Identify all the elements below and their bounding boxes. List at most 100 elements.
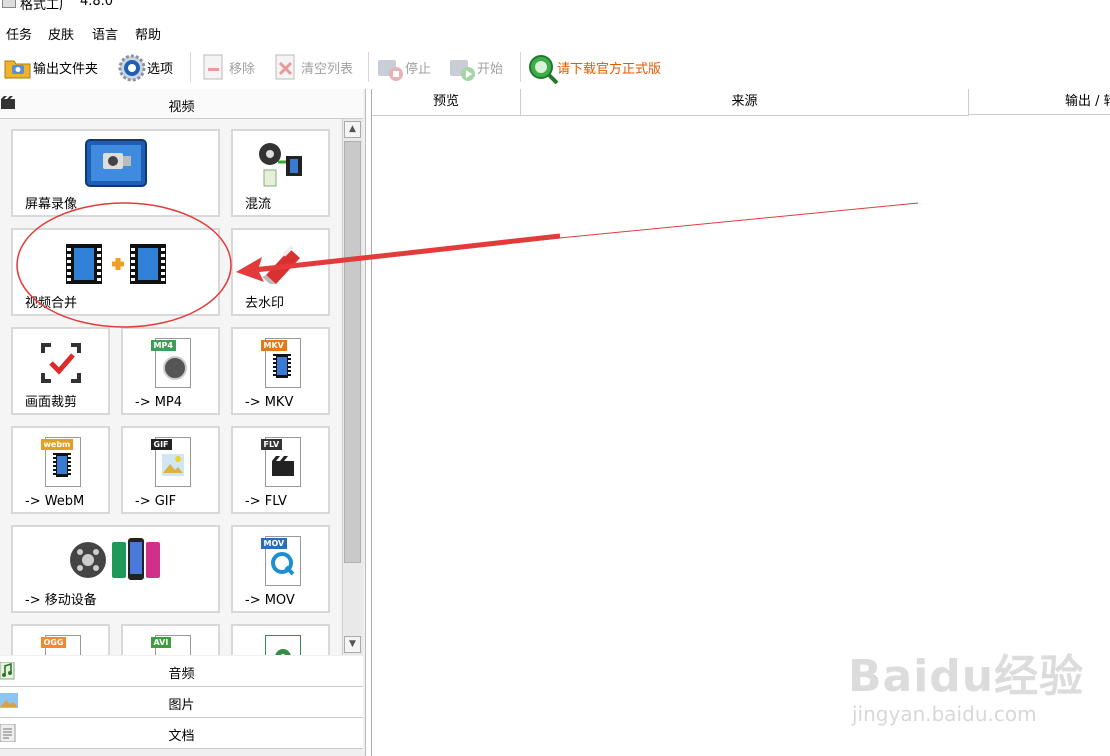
stop-button[interactable]: 停止 <box>376 52 431 82</box>
column-header-preview[interactable]: 预览 <box>372 89 521 116</box>
tile-label: 去水印 <box>245 296 285 311</box>
crop-icon <box>13 335 108 391</box>
clear-list-button[interactable]: 清空列表 <box>272 52 353 82</box>
remove-icon <box>200 54 226 80</box>
tile-label: -> MKV <box>245 395 294 410</box>
tile-to-ogg[interactable]: OGG <box>11 624 110 655</box>
mkv-file-icon: MKV <box>233 335 328 391</box>
avi-file-icon: AVI <box>123 632 218 655</box>
start-icon <box>448 54 475 81</box>
tile-label: -> MP4 <box>135 395 183 410</box>
remove-label: 移除 <box>229 61 256 77</box>
tile-video-merge[interactable]: 视频合并 <box>11 228 220 316</box>
scroll-up-button[interactable]: ▲ <box>344 121 361 138</box>
avi-badge: AVI <box>150 637 172 648</box>
tile-label: 混流 <box>245 197 272 212</box>
menu-item-skin[interactable]: 皮肤 <box>48 24 74 43</box>
mp4-file-icon: MP4 <box>123 335 218 391</box>
mkv-badge: MKV <box>260 340 287 351</box>
remove-button[interactable]: 移除 <box>200 52 255 82</box>
title-bar: 格式工厂 4.8.0 <box>0 0 1110 13</box>
tile-label: -> WebM <box>25 494 85 509</box>
toolbar-separator <box>190 52 191 82</box>
menu-item-language[interactable]: 语言 <box>92 24 118 43</box>
ogg-file-icon: OGG <box>13 632 108 655</box>
tile-to-gif[interactable]: GIF -> GIF <box>121 426 220 514</box>
category-video-label: 视频 <box>168 100 195 115</box>
video-tools-grid: 屏幕录像 混流 视频合并 去水印 画面裁剪 MP4 -> MP4 MKV -> … <box>0 119 340 655</box>
gear-icon <box>118 54 146 82</box>
output-folder-button[interactable]: 输出文件夹 <box>4 52 98 82</box>
category-audio-label: 音频 <box>168 667 195 682</box>
mov-file-icon: MOV <box>233 533 328 589</box>
category-image[interactable]: 图片 <box>0 687 363 718</box>
column-header-output[interactable]: 输出 / 转 <box>969 89 1110 115</box>
app-icon <box>2 0 16 8</box>
options-button[interactable]: 选项 <box>118 52 173 82</box>
gif-file-icon: GIF <box>123 434 218 490</box>
tile-to-mkv[interactable]: MKV -> MKV <box>231 327 330 415</box>
tile-label: -> GIF <box>135 494 177 509</box>
wmv-file-icon <box>233 632 328 655</box>
flv-badge: FLV <box>260 439 283 450</box>
eraser-icon <box>233 236 328 292</box>
flv-file-icon: FLV <box>233 434 328 490</box>
menu-item-help[interactable]: 帮助 <box>135 24 161 43</box>
webm-badge: webm <box>40 439 74 450</box>
watermark-url: jingyan.baidu.com <box>852 702 1037 726</box>
ogg-badge: OGG <box>40 637 67 648</box>
tile-label: -> MOV <box>245 593 295 608</box>
category-video[interactable]: 视频 <box>0 89 363 119</box>
tools-scrollbar[interactable]: ▲ ▼ <box>342 119 363 655</box>
webm-file-icon: webm <box>13 434 108 490</box>
scroll-thumb[interactable] <box>344 141 361 563</box>
mov-badge: MOV <box>260 538 288 549</box>
tile-screen-record[interactable]: 屏幕录像 <box>11 129 220 217</box>
start-label: 开始 <box>477 61 504 77</box>
toolbar-separator <box>520 52 521 82</box>
output-folder-label: 输出文件夹 <box>33 61 99 77</box>
baidu-watermark: Baidu经验 jingyan.baidu.com <box>848 640 1108 736</box>
tile-to-flv[interactable]: FLV -> FLV <box>231 426 330 514</box>
search-globe-icon <box>528 54 559 85</box>
toolbar: 输出文件夹 选项 移除 清空列表 停止 开始 请下载官方正式版 <box>0 48 1110 86</box>
function-panel: 视频 屏幕录像 混流 视频合并 去水印 画面裁剪 MP4 -> MP4 MKV … <box>0 89 366 756</box>
toolbar-separator <box>368 52 369 82</box>
app-version: 4.8.0 <box>80 0 114 9</box>
tile-remove-watermark[interactable]: 去水印 <box>231 228 330 316</box>
category-audio[interactable]: 音频 <box>0 656 363 687</box>
screen-record-icon <box>13 137 218 193</box>
menu-item-task[interactable]: 任务 <box>6 24 32 43</box>
column-header-source[interactable]: 来源 <box>521 89 969 116</box>
menu-bar: 任务 皮肤 语言 帮助 <box>0 22 1110 44</box>
tile-label: 屏幕录像 <box>25 197 78 212</box>
tile-label: 视频合并 <box>25 296 78 311</box>
category-document-label: 文档 <box>168 729 195 744</box>
options-label: 选项 <box>147 61 174 77</box>
mobile-devices-icon <box>13 533 218 589</box>
stop-icon <box>376 54 403 81</box>
tile-crop[interactable]: 画面裁剪 <box>11 327 110 415</box>
tile-mux[interactable]: 混流 <box>231 129 330 217</box>
folder-icon <box>4 54 31 80</box>
tile-to-wmv[interactable] <box>231 624 330 655</box>
tile-label: -> FLV <box>245 494 287 509</box>
tile-label: -> 移动设备 <box>25 593 97 608</box>
start-button[interactable]: 开始 <box>448 52 503 82</box>
category-document[interactable]: 文档 <box>0 718 363 749</box>
tile-to-avi[interactable]: AVI <box>121 624 220 655</box>
tile-to-webm[interactable]: webm -> WebM <box>11 426 110 514</box>
tile-to-mp4[interactable]: MP4 -> MP4 <box>121 327 220 415</box>
clear-list-label: 清空列表 <box>301 61 354 77</box>
tile-to-mov[interactable]: MOV -> MOV <box>231 525 330 613</box>
clear-icon <box>272 54 298 80</box>
tile-to-mobile[interactable]: -> 移动设备 <box>11 525 220 613</box>
category-image-label: 图片 <box>168 698 195 713</box>
download-official-label: 请下载官方正式版 <box>557 61 662 77</box>
mux-icon <box>233 137 328 193</box>
scroll-down-button[interactable]: ▼ <box>344 636 361 653</box>
app-title: 格式工厂 <box>20 0 73 13</box>
tile-label: 画面裁剪 <box>25 395 78 410</box>
download-official-link[interactable]: 请下载官方正式版 <box>528 52 662 85</box>
watermark-brand: Baidu经验 <box>848 651 1085 702</box>
